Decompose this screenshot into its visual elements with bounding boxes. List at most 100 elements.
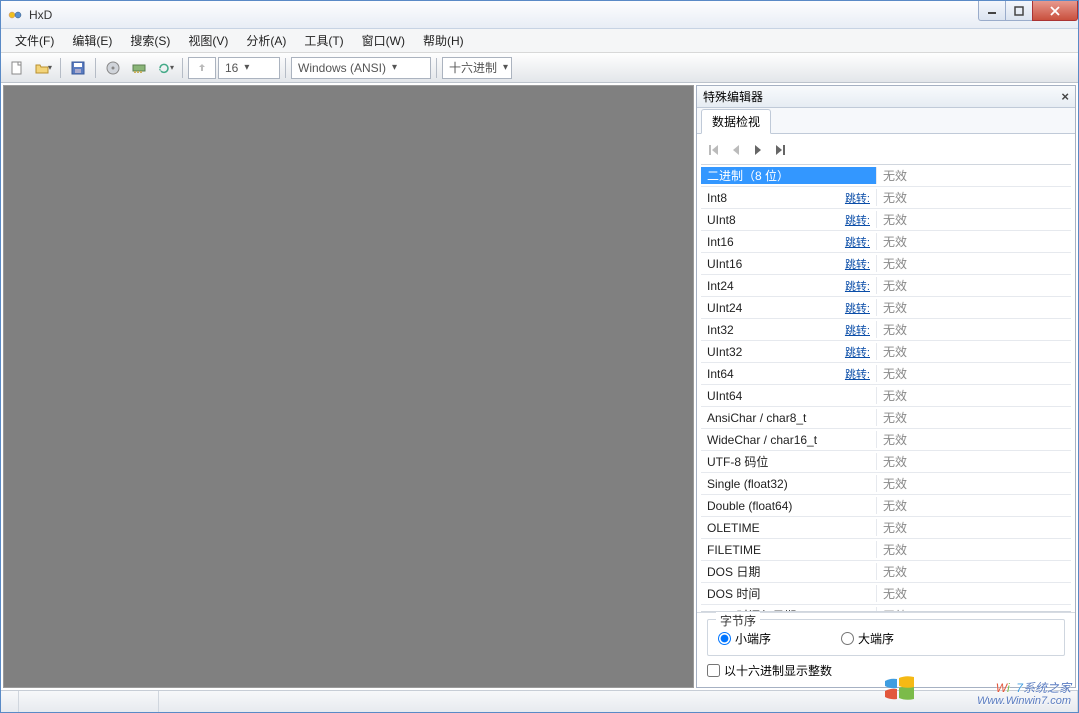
maximize-button[interactable] — [1005, 1, 1033, 21]
endian-little-label: 小端序 — [735, 630, 771, 647]
type-value: 无效 — [876, 563, 1071, 580]
toolbar-separator — [436, 58, 437, 78]
nav-buttons — [697, 134, 1075, 164]
type-name: UInt16 — [707, 257, 742, 271]
type-value: 无效 — [876, 475, 1071, 492]
type-value: 无效 — [876, 453, 1071, 470]
direction-combo[interactable] — [188, 57, 216, 79]
menu-搜索(S)[interactable]: 搜索(S) — [122, 30, 178, 51]
menu-帮助(H)[interactable]: 帮助(H) — [415, 30, 472, 51]
type-row[interactable]: UTF-8 码位无效 — [701, 451, 1071, 473]
jump-link[interactable]: 跳转: — [845, 322, 870, 338]
nav-last-button[interactable] — [771, 142, 789, 158]
type-value: 无效 — [876, 519, 1071, 536]
jump-link[interactable]: 跳转: — [845, 300, 870, 316]
type-row[interactable]: Single (float32)无效 — [701, 473, 1071, 495]
type-value: 无效 — [876, 211, 1071, 228]
app-window: HxD 文件(F)编辑(E)搜索(S)视图(V)分析(A)工具(T)窗口(W)帮… — [0, 0, 1079, 713]
data-type-list[interactable]: 二进制（8 位）无效Int8跳转:无效UInt8跳转:无效Int16跳转:无效U… — [701, 164, 1071, 612]
type-row[interactable]: DOS 时间与日期无效 — [701, 605, 1071, 612]
type-name: UInt8 — [707, 213, 736, 227]
encoding-combo[interactable]: Windows (ANSI)▾ — [291, 57, 431, 79]
type-row[interactable]: UInt16跳转:无效 — [701, 253, 1071, 275]
type-row[interactable]: UInt24跳转:无效 — [701, 297, 1071, 319]
menubar: 文件(F)编辑(E)搜索(S)视图(V)分析(A)工具(T)窗口(W)帮助(H) — [1, 29, 1078, 53]
type-name: Double (float64) — [707, 499, 792, 513]
open-ram-button[interactable] — [127, 56, 151, 80]
refresh-button[interactable]: ▾ — [153, 56, 177, 80]
status-cell — [159, 691, 1078, 712]
type-row[interactable]: Int32 跳转: 无效 — [701, 319, 1071, 341]
open-file-button[interactable]: ▾ — [31, 56, 55, 80]
base-combo[interactable]: 十六进制▾ — [442, 57, 512, 79]
type-row[interactable]: UInt8 跳转: 无效 — [701, 209, 1071, 231]
type-row[interactable]: FILETIME无效 — [701, 539, 1071, 561]
type-name: AnsiChar / char8_t — [707, 411, 806, 425]
menu-编辑(E)[interactable]: 编辑(E) — [64, 30, 120, 51]
type-row[interactable]: AnsiChar / char8_t无效 — [701, 407, 1071, 429]
menu-分析(A)[interactable]: 分析(A) — [238, 30, 294, 51]
type-name: Int8 — [707, 191, 727, 205]
inspector-close-button[interactable]: × — [1061, 89, 1069, 104]
nav-next-button[interactable] — [749, 142, 767, 158]
menu-工具(T)[interactable]: 工具(T) — [296, 30, 351, 51]
open-disk-button[interactable] — [101, 56, 125, 80]
save-button[interactable] — [66, 56, 90, 80]
nav-prev-button[interactable] — [727, 142, 745, 158]
type-row[interactable]: DOS 时间无效 — [701, 583, 1071, 605]
jump-link[interactable]: 跳转: — [845, 344, 870, 360]
type-name: OLETIME — [707, 521, 760, 535]
type-row[interactable]: DOS 日期 无效 — [701, 561, 1071, 583]
status-cell — [19, 691, 159, 712]
data-inspector-panel: 特殊编辑器 × 数据检视 二进制（8 位）无效 Int8 跳转: 无效 UInt8 跳转:… — [696, 85, 1076, 688]
jump-link[interactable]: 跳转: — [845, 278, 870, 294]
endian-big-radio[interactable]: 大端序 — [841, 630, 894, 647]
tab-label: 数据检视 — [712, 115, 760, 129]
type-value: 无效 — [876, 387, 1071, 404]
type-name: Int32 — [707, 323, 734, 337]
type-row[interactable]: UInt32 跳转: 无效 — [701, 341, 1071, 363]
jump-link[interactable]: 跳转: — [845, 190, 870, 206]
type-name: UInt64 — [707, 389, 742, 403]
jump-link[interactable]: 跳转: — [845, 366, 870, 382]
hex-editor-area[interactable] — [3, 85, 694, 688]
jump-link[interactable]: 跳转: — [845, 256, 870, 272]
type-value: 无效 — [876, 343, 1071, 360]
type-row[interactable]: Int8跳转:无效 — [701, 187, 1071, 209]
type-row[interactable]: Int24 跳转: 无效 — [701, 275, 1071, 297]
close-button[interactable] — [1032, 1, 1078, 21]
menu-窗口(W)[interactable]: 窗口(W) — [354, 30, 413, 51]
endian-little-radio[interactable]: 小端序 — [718, 630, 771, 647]
window-title: HxD — [29, 8, 52, 22]
type-row[interactable]: Int16跳转:无效 — [701, 231, 1071, 253]
type-name: UInt32 — [707, 345, 742, 359]
bytes-per-row-combo[interactable]: 16▾ — [218, 57, 280, 79]
content-area: 特殊编辑器 × 数据检视 二进制（8 位）无效 Int8 跳转: 无效 UInt8 跳转:… — [1, 83, 1078, 690]
minimize-button[interactable] — [978, 1, 1006, 21]
type-row[interactable]: Int64跳转:无效 — [701, 363, 1071, 385]
jump-link[interactable]: 跳转: — [845, 234, 870, 250]
type-value: 无效 — [876, 321, 1071, 338]
type-name: DOS 日期 — [707, 563, 760, 580]
hex-display-checkbox[interactable]: 以十六进制显示整数 — [707, 662, 1065, 679]
type-row[interactable]: OLETIME 无效 — [701, 517, 1071, 539]
type-value: 无效 — [876, 497, 1071, 514]
inspector-titlebar: 特殊编辑器 × — [697, 86, 1075, 108]
hex-display-label: 以十六进制显示整数 — [724, 662, 832, 679]
tab-data-view[interactable]: 数据检视 — [701, 109, 771, 134]
jump-link[interactable]: 跳转: — [845, 212, 870, 228]
new-file-button[interactable] — [5, 56, 29, 80]
type-name: Int24 — [707, 279, 734, 293]
type-row[interactable]: WideChar / char16_t无效 — [701, 429, 1071, 451]
toolbar-separator — [285, 58, 286, 78]
toolbar-separator — [60, 58, 61, 78]
menu-视图(V)[interactable]: 视图(V) — [180, 30, 236, 51]
type-row[interactable]: 二进制（8 位）无效 — [701, 165, 1071, 187]
nav-first-button[interactable] — [705, 142, 723, 158]
type-name: FILETIME — [707, 543, 761, 557]
type-name: Int16 — [707, 235, 734, 249]
type-row[interactable]: UInt64 无效 — [701, 385, 1071, 407]
type-value: 无效 — [876, 277, 1071, 294]
type-row[interactable]: Double (float64) 无效 — [701, 495, 1071, 517]
menu-文件(F)[interactable]: 文件(F) — [7, 30, 62, 51]
